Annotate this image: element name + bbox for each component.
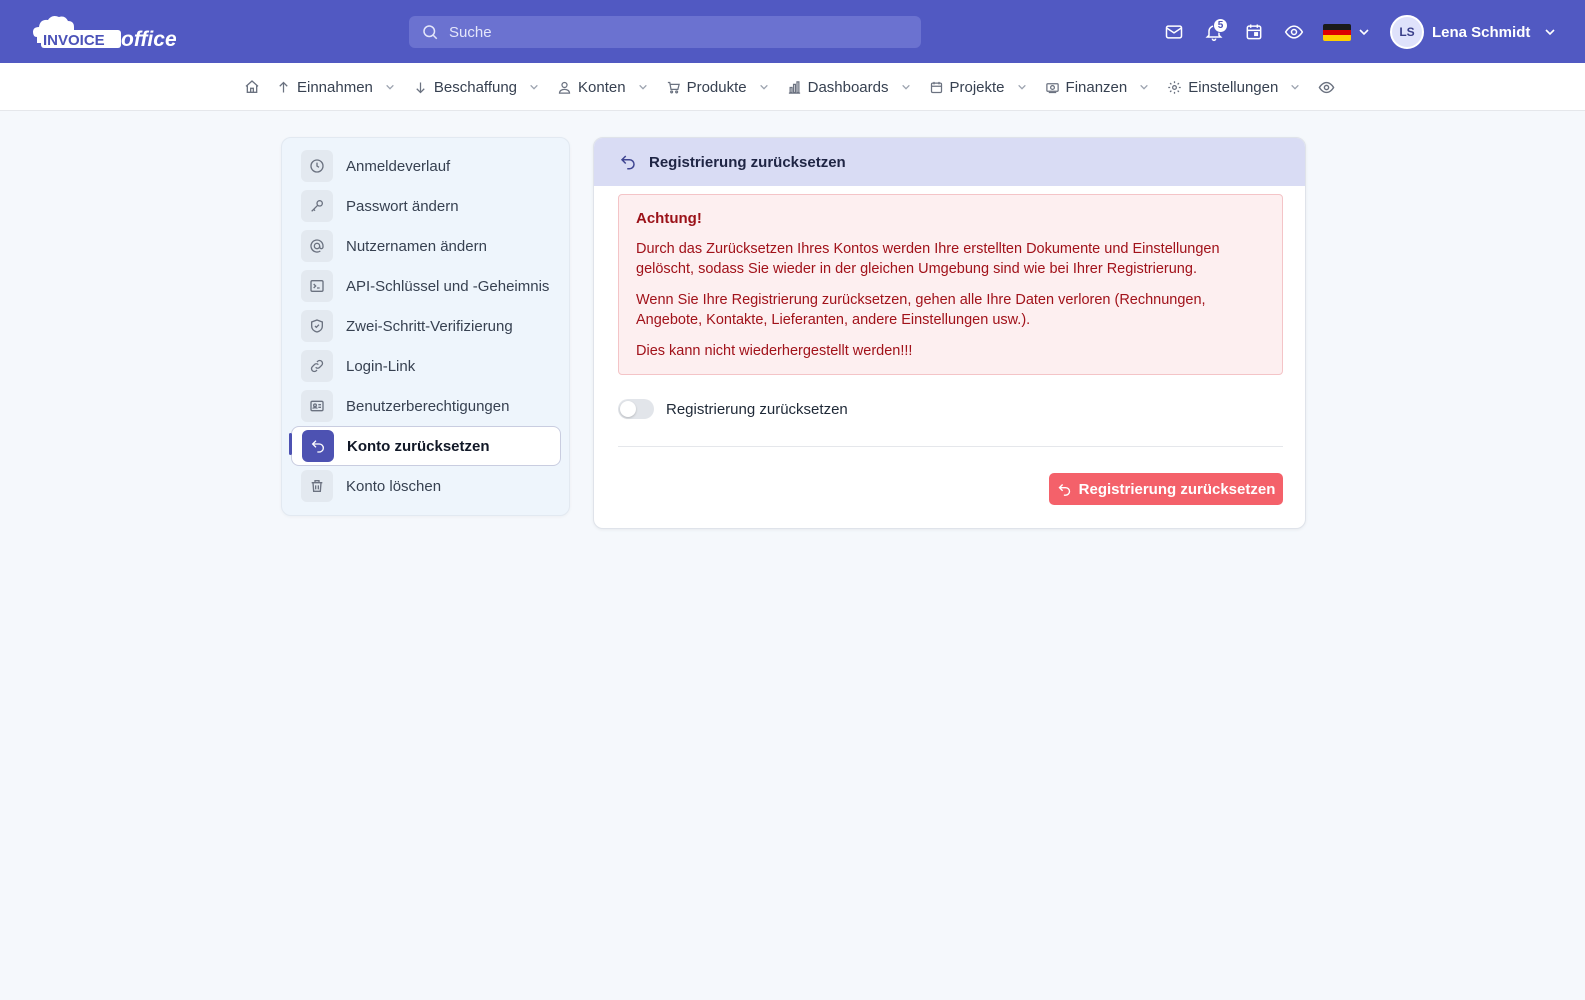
chevron-down-icon (901, 84, 910, 90)
chevron-down-icon (1291, 84, 1300, 90)
link-icon (301, 350, 333, 382)
nav-item-konten[interactable]: Konten (557, 79, 648, 96)
nav-item-einnahmen[interactable]: Einnahmen (276, 79, 395, 96)
reset-registration-card: Registrierung zurücksetzen Achtung! Durc… (593, 137, 1306, 529)
reset-registration-button[interactable]: Registrierung zurücksetzen (1049, 473, 1283, 505)
sidebar-item-passwort[interactable]: Passwort ändern (291, 186, 561, 226)
notification-badge: 5 (1213, 18, 1228, 33)
nav-item-label: Produkte (686, 78, 747, 96)
eye-icon[interactable] (1283, 21, 1305, 43)
logo-text-right: office (121, 28, 176, 51)
chevron-down-icon (638, 84, 647, 90)
bar-chart-icon (788, 80, 800, 94)
calendar-icon (930, 81, 942, 93)
alert-heading: Achtung! (636, 210, 702, 227)
nav-item-label: Projekte (949, 78, 1005, 96)
toggle-knob (620, 401, 636, 417)
sidebar-item-label: API-Schlüssel und -Geheimnis (346, 277, 550, 295)
nav-item-label: Beschaffung (433, 78, 518, 96)
gear-icon (1168, 80, 1181, 94)
sidebar-item-konto-loeschen[interactable]: Konto löschen (291, 466, 561, 506)
id-card-icon (301, 390, 333, 422)
chevron-down-icon (759, 84, 768, 90)
search-input[interactable] (449, 23, 889, 41)
terminal-icon (301, 270, 333, 302)
key-icon (301, 190, 333, 222)
chevron-down-icon (386, 84, 394, 90)
main-nav: Einnahmen Beschaffung Konten Produkte Da… (0, 63, 1585, 111)
sidebar-item-nutzernamen[interactable]: Nutzernamen ändern (291, 226, 561, 266)
nav-item-einstellungen[interactable]: Einstellungen (1167, 79, 1300, 96)
sidebar-item-label: Anmeldeverlauf (346, 157, 451, 175)
nav-item-label: Einnahmen (297, 78, 373, 96)
sidebar-item-konto-zuruecksetzen[interactable]: Konto zurücksetzen (291, 426, 561, 466)
divider (618, 446, 1283, 447)
nav-item-label: Einstellungen (1188, 78, 1279, 96)
sidebar-item-anmeldeverlauf[interactable]: Anmeldeverlauf (291, 146, 561, 186)
undo-icon (1058, 483, 1070, 496)
trash-icon (301, 470, 333, 502)
sidebar-item-benutzerberechtigungen[interactable]: Benutzerberechtigungen (291, 386, 561, 426)
sidebar-item-label: Konto löschen (346, 477, 442, 495)
sidebar-item-label: Benutzerberechtigungen (346, 397, 510, 415)
user-icon (558, 81, 571, 94)
clock-icon (301, 150, 333, 182)
alert-text: Durch das Zurücksetzen Ihres Kontos werd… (636, 241, 1220, 277)
nav-item-label: Dashboards (807, 78, 889, 96)
undo-icon (620, 155, 635, 170)
top-bar: INVOICE office 5 LS Lena Schmidt (0, 0, 1585, 63)
arrow-down-icon (416, 82, 425, 93)
at-icon (301, 230, 333, 262)
avatar: LS (1390, 15, 1424, 49)
nav-item-dashboards[interactable]: Dashboards (787, 79, 911, 96)
nav-item-label: Finanzen (1065, 78, 1128, 96)
user-name: Lena Schmidt (1432, 23, 1531, 41)
chevron-down-icon (1017, 84, 1026, 90)
reset-toggle[interactable] (618, 399, 654, 419)
toggle-label: Registrierung zurücksetzen (666, 400, 848, 418)
nav-item-finanzen[interactable]: Finanzen (1045, 79, 1150, 96)
home-icon[interactable] (244, 79, 260, 95)
german-flag-icon[interactable] (1323, 24, 1351, 41)
eye-icon[interactable] (1318, 79, 1335, 96)
warning-alert: Achtung! Durch das Zurücksetzen Ihres Ko… (618, 194, 1283, 375)
sidebar-item-api-schluessel[interactable]: API-Schlüssel und -Geheimnis (291, 266, 561, 306)
page-title: Registrierung zurücksetzen (649, 153, 846, 171)
sidebar-item-label: Zwei-Schritt-Verifizierung (346, 317, 513, 335)
money-icon (1045, 82, 1059, 93)
search-icon (423, 25, 438, 40)
sidebar-item-label: Konto zurücksetzen (347, 437, 490, 455)
sidebar-item-label: Passwort ändern (346, 197, 459, 215)
sidebar-item-login-link[interactable]: Login-Link (291, 346, 561, 386)
chevron-down-icon (1545, 29, 1555, 36)
calendar-icon[interactable] (1243, 21, 1265, 43)
nav-item-label: Konten (578, 78, 626, 96)
sidebar-item-label: Login-Link (346, 357, 416, 375)
mail-icon[interactable] (1163, 21, 1185, 43)
sidebar-item-zwei-schritt[interactable]: Zwei-Schritt-Verifizierung (291, 306, 561, 346)
button-label: Registrierung zurücksetzen (1078, 480, 1276, 498)
card-header: Registrierung zurücksetzen (594, 138, 1305, 186)
nav-item-projekte[interactable]: Projekte (929, 79, 1027, 96)
search-box[interactable] (409, 16, 921, 48)
shield-icon (301, 310, 333, 342)
active-indicator (289, 433, 292, 455)
nav-item-beschaffung[interactable]: Beschaffung (413, 79, 539, 96)
invoiceoffice-logo[interactable]: INVOICE office (31, 13, 176, 51)
nav-item-produkte[interactable]: Produkte (666, 79, 769, 96)
reset-toggle-row: Registrierung zurücksetzen (618, 397, 848, 421)
cart-icon (667, 81, 680, 93)
settings-sidebar: Anmeldeverlauf Passwort ändern Nutzernam… (281, 137, 570, 516)
arrow-up-icon (279, 81, 288, 92)
chevron-down-icon[interactable] (1358, 26, 1370, 38)
logo-text-left: INVOICE (43, 32, 105, 49)
undo-icon (302, 430, 334, 462)
alert-text: Dies kann nicht wiederhergestellt werden… (636, 343, 913, 359)
alert-text: Wenn Sie Ihre Registrierung zurücksetzen… (636, 292, 1206, 328)
chevron-down-icon (1140, 84, 1149, 90)
chevron-down-icon (530, 84, 538, 90)
user-menu[interactable]: LS Lena Schmidt (1390, 14, 1556, 50)
sidebar-item-label: Nutzernamen ändern (346, 237, 487, 255)
